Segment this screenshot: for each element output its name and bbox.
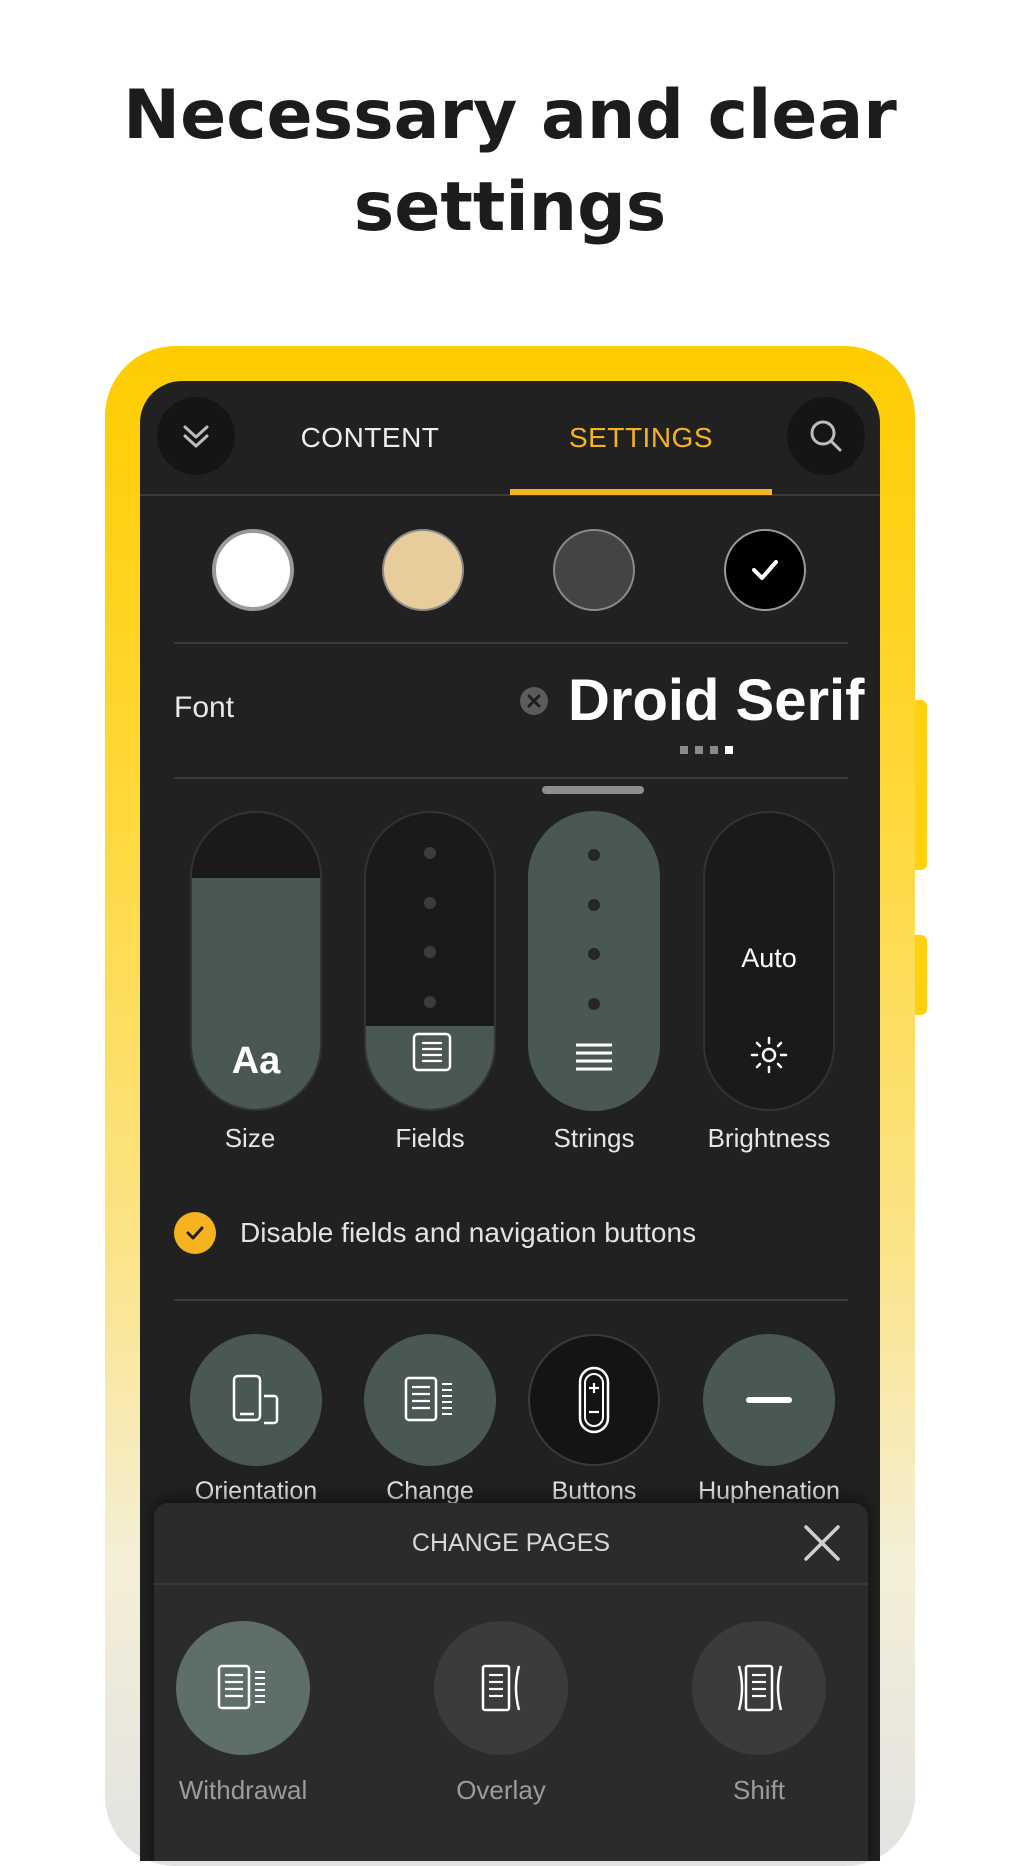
font-page-indicator [680, 746, 733, 754]
brightness-slider[interactable]: Auto [703, 811, 835, 1111]
withdrawal-option[interactable] [176, 1621, 310, 1755]
volume-buttons-icon [578, 1366, 610, 1434]
page-change-icon [404, 1376, 452, 1422]
slider-step-dot [424, 946, 436, 958]
tab-content[interactable]: CONTENT [240, 381, 500, 494]
font-label: Font [174, 691, 235, 724]
page-dot [710, 746, 718, 754]
divider [174, 777, 848, 779]
strings-label: Strings [553, 1123, 635, 1153]
disable-fields-checkbox-row[interactable]: Disable fields and navigation buttons [174, 1211, 696, 1255]
close-icon [804, 1525, 840, 1561]
slider-step-dot [588, 948, 600, 960]
brightness-auto-label: Auto [741, 943, 797, 973]
disable-fields-label: Disable fields and navigation buttons [240, 1217, 697, 1248]
orientation-button[interactable] [190, 1334, 322, 1466]
divider [174, 642, 848, 644]
buttons-label: Buttons [551, 1477, 637, 1505]
checkmark-icon [186, 1226, 204, 1240]
headline-line-1: Necessary and clear [123, 76, 897, 155]
active-tab-indicator [510, 489, 772, 495]
shift-option[interactable] [692, 1621, 826, 1755]
top-bar: CONTENT SETTINGS [140, 381, 880, 496]
page-margins-icon [412, 1032, 452, 1072]
tab-settings[interactable]: SETTINGS [510, 381, 772, 494]
orientation-icon [232, 1374, 279, 1425]
brightness-label: Brightness [707, 1123, 831, 1153]
overlay-icon [481, 1664, 521, 1712]
hyphenation-label: Huphenation [698, 1477, 840, 1505]
slider-step-dot [588, 998, 600, 1010]
hyphen-icon [746, 1397, 792, 1403]
drag-handle[interactable] [542, 786, 644, 794]
headline: Necessary and clear settings [0, 70, 1020, 254]
close-panel-button[interactable] [802, 1523, 842, 1563]
size-label: Size [224, 1123, 276, 1153]
slider-step-dot [588, 899, 600, 911]
fields-slider[interactable] [364, 811, 496, 1111]
strings-slider[interactable] [528, 811, 660, 1111]
page-dot [680, 746, 688, 754]
theme-white-swatch[interactable] [212, 529, 294, 611]
theme-dark-gray-swatch[interactable] [553, 529, 635, 611]
fields-label: Fields [395, 1123, 465, 1153]
search-icon [810, 420, 842, 452]
size-slider[interactable]: Aa [190, 811, 322, 1111]
hyphenation-button[interactable] [703, 1334, 835, 1466]
font-name-selector[interactable]: Droid Serif [568, 667, 865, 734]
shift-label: Shift [732, 1775, 786, 1805]
theme-black-swatch[interactable] [724, 529, 806, 611]
change-label: Change [386, 1477, 474, 1505]
overlay-option[interactable] [434, 1621, 568, 1755]
slider-step-dot [424, 847, 436, 859]
line-spacing-icon [576, 1043, 612, 1071]
change-button[interactable] [364, 1334, 496, 1466]
withdrawal-icon [217, 1664, 265, 1710]
buttons-button[interactable] [528, 1334, 660, 1466]
orientation-label: Orientation [194, 1477, 318, 1505]
theme-sepia-swatch[interactable] [382, 529, 464, 611]
headline-line-2: settings [353, 168, 667, 247]
phone-side-button [915, 935, 927, 1015]
divider [174, 1299, 848, 1301]
page-dot-active [725, 746, 733, 754]
brightness-icon [750, 1036, 788, 1074]
withdrawal-label: Withdrawal [178, 1775, 308, 1805]
reader-settings-screen: CONTENT SETTINGS Font Droid Serif Aa Siz… [140, 381, 880, 1861]
overlay-label: Overlay [456, 1775, 546, 1805]
phone-side-button [915, 700, 927, 870]
shift-icon [737, 1664, 783, 1712]
double-chevron-down-icon [183, 425, 209, 448]
close-small-icon [527, 694, 541, 708]
checkbox-checked[interactable] [174, 1212, 216, 1254]
slider-step-dot [424, 996, 436, 1008]
fields-slider-fill [366, 1026, 494, 1109]
font-size-icon: Aa [231, 1040, 281, 1082]
search-button[interactable] [787, 397, 865, 475]
collapse-button[interactable] [157, 397, 235, 475]
checkmark-icon [752, 560, 778, 580]
slider-step-dot [424, 897, 436, 909]
change-pages-panel: CHANGE PAGES Withdrawal Overlay Shift [154, 1503, 868, 1861]
font-clear-button[interactable] [520, 687, 548, 715]
change-pages-title: CHANGE PAGES [154, 1503, 868, 1585]
slider-step-dot [588, 849, 600, 861]
page-dot [695, 746, 703, 754]
